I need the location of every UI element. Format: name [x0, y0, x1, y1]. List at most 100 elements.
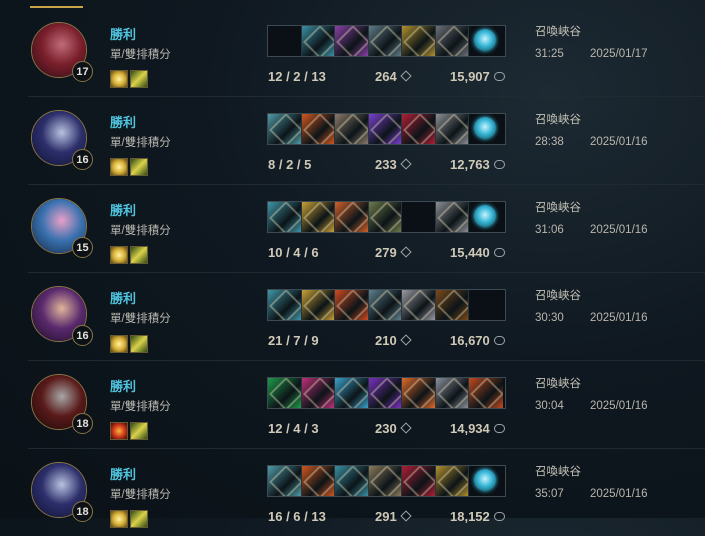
match-duration: 30:30: [535, 312, 564, 324]
champion-level-badge: 16: [72, 325, 93, 346]
item-slot[interactable]: [368, 378, 402, 408]
item-slot[interactable]: [469, 378, 503, 408]
match-date: 2025/01/16: [590, 488, 648, 500]
match-date: 2025/01/16: [590, 224, 648, 236]
map-name: 召喚峽谷: [535, 114, 581, 126]
item-slot[interactable]: [335, 290, 369, 320]
kda: 16 / 6 / 13: [268, 509, 326, 524]
creep-score: 279: [375, 245, 412, 260]
item-slot[interactable]: [435, 114, 469, 144]
item-slot[interactable]: [368, 202, 402, 232]
item-slot[interactable]: [469, 290, 503, 320]
match-row[interactable]: 15 勝利 單/雙排積分 10 / 4 / 6 279 15,440 召喚峽谷 …: [28, 184, 705, 272]
minion-icon: [400, 334, 412, 346]
match-date: 2025/01/16: [590, 400, 648, 412]
flash-icon[interactable]: [110, 510, 128, 528]
item-slot[interactable]: [335, 26, 369, 56]
flash-icon[interactable]: [110, 70, 128, 88]
queue-type: 單/雙排積分: [110, 225, 171, 237]
creep-score-value: 279: [375, 245, 397, 260]
map-name: 召喚峽谷: [535, 202, 581, 214]
item-slot[interactable]: [301, 114, 335, 144]
item-slot[interactable]: [301, 202, 335, 232]
gold-icon: [493, 424, 505, 433]
haste-icon[interactable]: [130, 335, 148, 353]
match-row[interactable]: 17 勝利 單/雙排積分 12 / 2 / 13 264 15,907 召喚峽谷…: [28, 8, 705, 96]
item-slot[interactable]: [469, 202, 503, 232]
item-build: [267, 289, 506, 321]
queue-type: 單/雙排積分: [110, 137, 171, 149]
item-slot[interactable]: [335, 114, 369, 144]
kda: 8 / 2 / 5: [268, 157, 312, 172]
item-slot[interactable]: [469, 114, 503, 144]
haste-icon[interactable]: [130, 158, 148, 176]
item-build: [267, 25, 506, 57]
item-slot[interactable]: [268, 466, 302, 496]
item-slot[interactable]: [435, 466, 469, 496]
gold-earned: 12,763: [450, 157, 505, 172]
haste-icon[interactable]: [130, 510, 148, 528]
item-slot[interactable]: [402, 202, 436, 232]
match-row[interactable]: 18 勝利 單/雙排積分 12 / 4 / 3 230 14,934 召喚峽谷 …: [28, 360, 705, 448]
item-slot[interactable]: [469, 26, 503, 56]
item-slot[interactable]: [268, 114, 302, 144]
creep-score-value: 291: [375, 509, 397, 524]
creep-score-value: 210: [375, 333, 397, 348]
item-slot[interactable]: [335, 466, 369, 496]
match-result: 勝利: [110, 115, 137, 130]
item-slot[interactable]: [469, 466, 503, 496]
item-slot[interactable]: [268, 378, 302, 408]
item-slot[interactable]: [368, 290, 402, 320]
item-slot[interactable]: [435, 26, 469, 56]
item-slot[interactable]: [301, 466, 335, 496]
item-slot[interactable]: [402, 114, 436, 144]
item-slot[interactable]: [402, 466, 436, 496]
item-slot[interactable]: [402, 290, 436, 320]
haste-icon[interactable]: [130, 70, 148, 88]
item-slot[interactable]: [268, 202, 302, 232]
item-slot[interactable]: [368, 26, 402, 56]
flash-icon[interactable]: [110, 246, 128, 264]
creep-score-value: 233: [375, 157, 397, 172]
item-slot[interactable]: [368, 114, 402, 144]
gold-value: 15,440: [450, 245, 490, 260]
gold-icon: [493, 72, 505, 81]
item-slot[interactable]: [435, 290, 469, 320]
creep-score: 210: [375, 333, 412, 348]
item-slot[interactable]: [435, 378, 469, 408]
item-slot[interactable]: [435, 202, 469, 232]
ignite-icon[interactable]: [110, 422, 128, 440]
champion-level-badge: 18: [72, 501, 93, 522]
item-slot[interactable]: [368, 466, 402, 496]
kda: 21 / 7 / 9: [268, 333, 319, 348]
flash-icon[interactable]: [110, 158, 128, 176]
gold-icon: [493, 336, 505, 345]
match-row[interactable]: 16 勝利 單/雙排積分 8 / 2 / 5 233 12,763 召喚峽谷 2…: [28, 96, 705, 184]
flash-icon[interactable]: [110, 335, 128, 353]
item-slot[interactable]: [301, 378, 335, 408]
haste-icon[interactable]: [130, 246, 148, 264]
item-slot[interactable]: [335, 378, 369, 408]
item-slot[interactable]: [402, 26, 436, 56]
match-result: 勝利: [110, 27, 137, 42]
item-slot[interactable]: [402, 378, 436, 408]
item-build: [267, 201, 506, 233]
match-duration: 30:04: [535, 400, 564, 412]
match-result: 勝利: [110, 203, 137, 218]
gold-icon: [493, 160, 505, 169]
gold-value: 14,934: [450, 421, 490, 436]
queue-type: 單/雙排積分: [110, 313, 171, 325]
haste-icon[interactable]: [130, 422, 148, 440]
item-slot[interactable]: [301, 290, 335, 320]
item-slot[interactable]: [335, 202, 369, 232]
minion-icon: [400, 422, 412, 434]
item-slot[interactable]: [301, 26, 335, 56]
item-slot[interactable]: [268, 26, 302, 56]
item-build: [267, 377, 506, 409]
gold-value: 18,152: [450, 509, 490, 524]
champion-level-badge: 16: [72, 149, 93, 170]
match-row[interactable]: 16 勝利 單/雙排積分 21 / 7 / 9 210 16,670 召喚峽谷 …: [28, 272, 705, 360]
gold-earned: 16,670: [450, 333, 505, 348]
item-slot[interactable]: [268, 290, 302, 320]
match-row[interactable]: 18 勝利 單/雙排積分 16 / 6 / 13 291 18,152 召喚峽谷…: [28, 448, 705, 536]
